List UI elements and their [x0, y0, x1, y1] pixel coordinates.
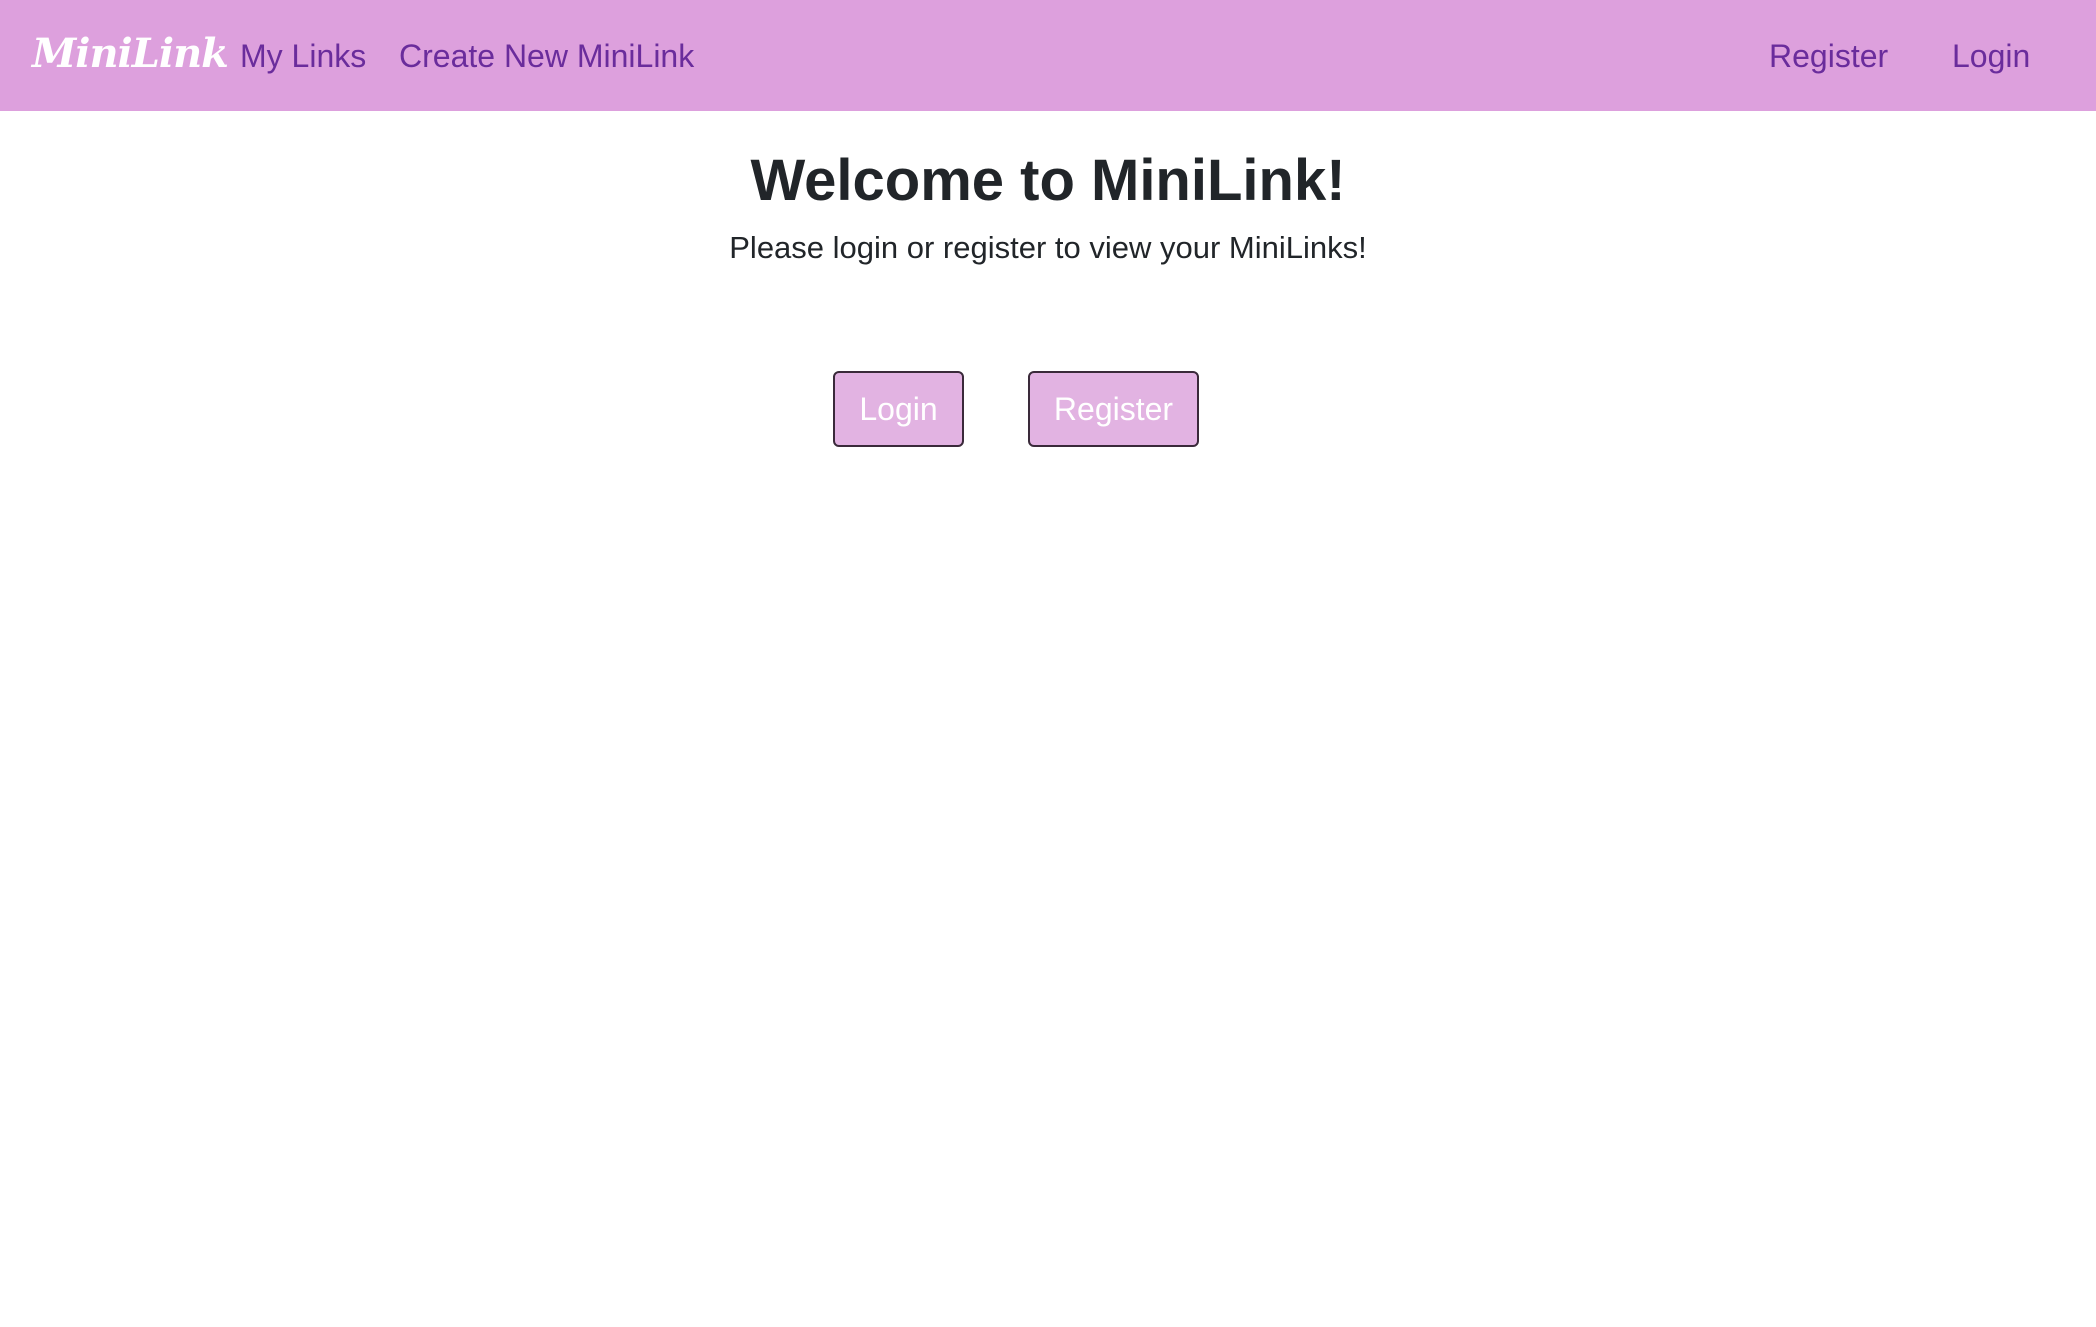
page-subtitle: Please login or register to view your Mi…	[729, 230, 1367, 265]
nav-my-links[interactable]: My Links	[240, 30, 366, 82]
login-button[interactable]: Login	[833, 371, 964, 447]
page-title: Welcome to MiniLink!	[750, 148, 1346, 213]
top-navbar: MiniLink My Links Create New MiniLink Re…	[0, 0, 2096, 111]
nav-login[interactable]: Login	[1952, 30, 2030, 82]
brand-logo-link[interactable]: MiniLink	[32, 26, 229, 82]
nav-register[interactable]: Register	[1769, 30, 1888, 82]
nav-create-new-minilink[interactable]: Create New MiniLink	[399, 30, 694, 82]
register-button[interactable]: Register	[1028, 371, 1199, 447]
